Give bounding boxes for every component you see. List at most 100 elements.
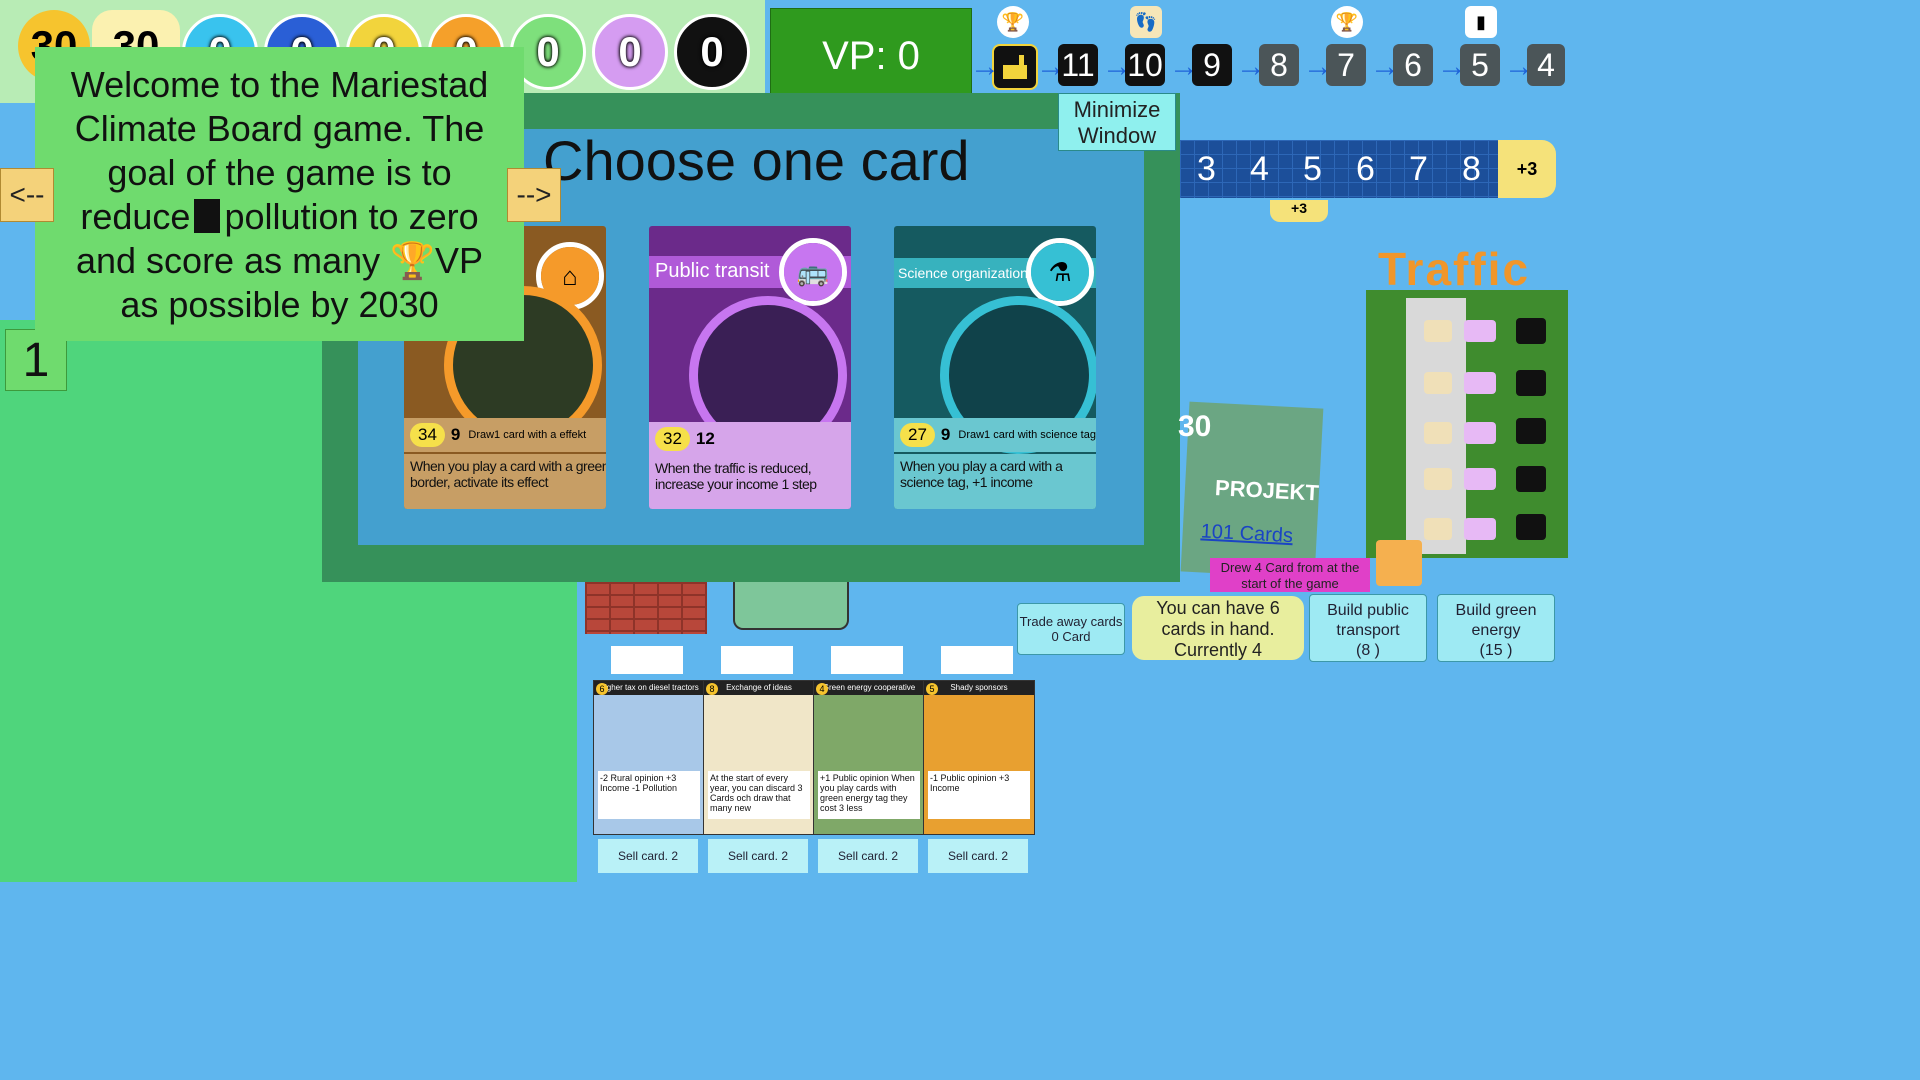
hand-card[interactable]: Higher tax on diesel tractors -2 Rural o… [593, 680, 705, 835]
minimize-line2: Window [1077, 123, 1157, 148]
choice-card[interactable]: Science organization ⚗ 27 9 Draw1 card w… [894, 226, 1096, 509]
trade-count: 0 Card [1051, 629, 1091, 644]
minimize-window-button[interactable]: Minimize Window [1058, 93, 1176, 151]
project-marker [1376, 540, 1422, 586]
hand-card-title: Shady sponsors [924, 681, 1034, 695]
placed-card [733, 582, 849, 630]
deck-count-link[interactable]: 101 Cards [1200, 520, 1293, 548]
sell-label: Sell card. 2 [837, 849, 899, 863]
hand-card[interactable]: Shady sponsors -1 Public opinion +3 Inco… [923, 680, 1035, 835]
footprint-icon: 👣 [1130, 6, 1162, 38]
bus-icon: 0 [592, 14, 668, 90]
sell-card-button[interactable]: Sell card. 2 [928, 839, 1028, 873]
build-green-energy-button[interactable]: Build green energy (15 ) [1437, 594, 1555, 662]
empty-slot[interactable] [721, 646, 793, 674]
hand-line: Currently 4 [1173, 640, 1263, 660]
prev-button[interactable]: <-- [0, 168, 54, 222]
card-effect: Draw1 card with a effekt [468, 429, 587, 441]
track-step-label: 7 [1337, 46, 1355, 83]
build-cost: (15 ) [1479, 642, 1513, 659]
card-cost: 27 [900, 423, 935, 447]
car-icon [1516, 370, 1546, 396]
trade-label: Trade away cards [1019, 614, 1123, 629]
scale-marker-label: +3 [1291, 200, 1307, 216]
card-stats: 34 9 Draw1 card with a effekt [404, 418, 606, 452]
scale-track: 3 4 5 6 7 8 [1180, 140, 1498, 198]
trophy-icon: 🏆 [997, 6, 1029, 38]
bus-icon [1464, 518, 1496, 540]
star-icon: 0 [674, 14, 750, 90]
welcome-line: Climate Board game. The [74, 108, 485, 149]
track-step: 5 [1460, 44, 1500, 86]
card-description: When you play a card with a green border… [404, 454, 606, 509]
vp-label: VP: 0 [822, 33, 920, 78]
scale-tick: 3 [1197, 149, 1216, 188]
build-label: transport [1336, 622, 1400, 639]
traffic-board [1366, 290, 1568, 558]
hand-card-text: At the start of every year, you can disc… [708, 771, 810, 819]
empty-slot[interactable] [611, 646, 683, 674]
hand-card-art [814, 695, 924, 767]
footprint-icon [1424, 320, 1452, 342]
trophy-icon: 🏆 [390, 240, 435, 281]
hand-card[interactable]: Exchange of ideas At the start of every … [703, 680, 815, 835]
sell-label: Sell card. 2 [617, 849, 679, 863]
hand-card-text: +1 Public opinion When you play cards wi… [818, 771, 920, 819]
next-button[interactable]: --> [507, 168, 561, 222]
card-effect: Draw1 card with science tag [958, 429, 1096, 441]
card-cost: 34 [410, 423, 445, 447]
hand-card-title: Exchange of ideas [704, 681, 814, 695]
track-step-label: 10 [1127, 46, 1163, 83]
hand-card-title: Higher tax on diesel tractors [594, 681, 704, 695]
hand-card-cost: 4 [816, 683, 828, 695]
card-description: When you play a card with a science tag,… [894, 454, 1096, 509]
choice-card[interactable]: Public transit 🚌 32 12 When the traffic … [649, 226, 851, 509]
sell-card-button[interactable]: Sell card. 2 [708, 839, 808, 873]
resource-value: 0 [700, 28, 724, 75]
footprint-icon [1424, 518, 1452, 540]
scale-marker: +3 [1270, 200, 1328, 222]
sell-label: Sell card. 2 [947, 849, 1009, 863]
trade-cards-button[interactable]: Trade away cards 0 Card [1017, 603, 1125, 655]
track-step: 8 [1259, 44, 1299, 86]
sell-card-button[interactable]: Sell card. 2 [818, 839, 918, 873]
modal-title: Choose one card [543, 129, 970, 192]
footprint-icon [1424, 422, 1452, 444]
deck-title: PROJEKT [1214, 475, 1320, 506]
welcome-line: Welcome to the Mariestad [70, 64, 489, 105]
car-icon [1516, 318, 1546, 344]
track-step: 10 [1125, 44, 1165, 86]
track-step-label: 8 [1270, 46, 1288, 83]
welcome-line: reduce pollution to zero [35, 195, 524, 239]
card-cost: 32 [655, 427, 690, 451]
track-step-label: 5 [1471, 46, 1489, 83]
card-description: When the traffic is reduced, increase yo… [649, 456, 851, 509]
deck-round: 30 [1178, 410, 1212, 443]
empty-slot[interactable] [941, 646, 1013, 674]
flask-icon: ⚗ [1026, 238, 1094, 306]
card-stats: 27 9 Draw1 card with science tag [894, 418, 1096, 452]
welcome-line: as possible by 2030 [120, 284, 439, 325]
welcome-text: VP [434, 240, 484, 281]
welcome-line: and score as many 🏆VP [35, 239, 524, 283]
card-stats: 32 12 [649, 422, 851, 456]
traffic-title: Traffic [1378, 243, 1531, 295]
track-step-label: 11 [1061, 46, 1095, 83]
build-label: Build green [1455, 602, 1537, 619]
vp-display: VP: 0 [770, 8, 972, 104]
sell-card-button[interactable]: Sell card. 2 [598, 839, 698, 873]
hand-limit-info: You can have 6 cards in hand. Currently … [1132, 596, 1304, 660]
hand-card[interactable]: Green energy cooperative +1 Public opini… [813, 680, 925, 835]
resource-value: 0 [618, 28, 642, 75]
hand-card-cost: 5 [926, 683, 938, 695]
next-label: --> [516, 179, 552, 210]
welcome-text: reduce [80, 196, 191, 237]
scale-bonus-label: +3 [1516, 158, 1538, 179]
empty-slot[interactable] [831, 646, 903, 674]
car-icon [1516, 466, 1546, 492]
scale-tick: 7 [1409, 149, 1428, 188]
prev-label: <-- [9, 179, 45, 210]
build-public-transport-button[interactable]: Build public transport (8 ) [1309, 594, 1427, 662]
built-wall [585, 582, 707, 634]
draw-notification: Drew 4 Card from at the start of the gam… [1210, 558, 1370, 592]
